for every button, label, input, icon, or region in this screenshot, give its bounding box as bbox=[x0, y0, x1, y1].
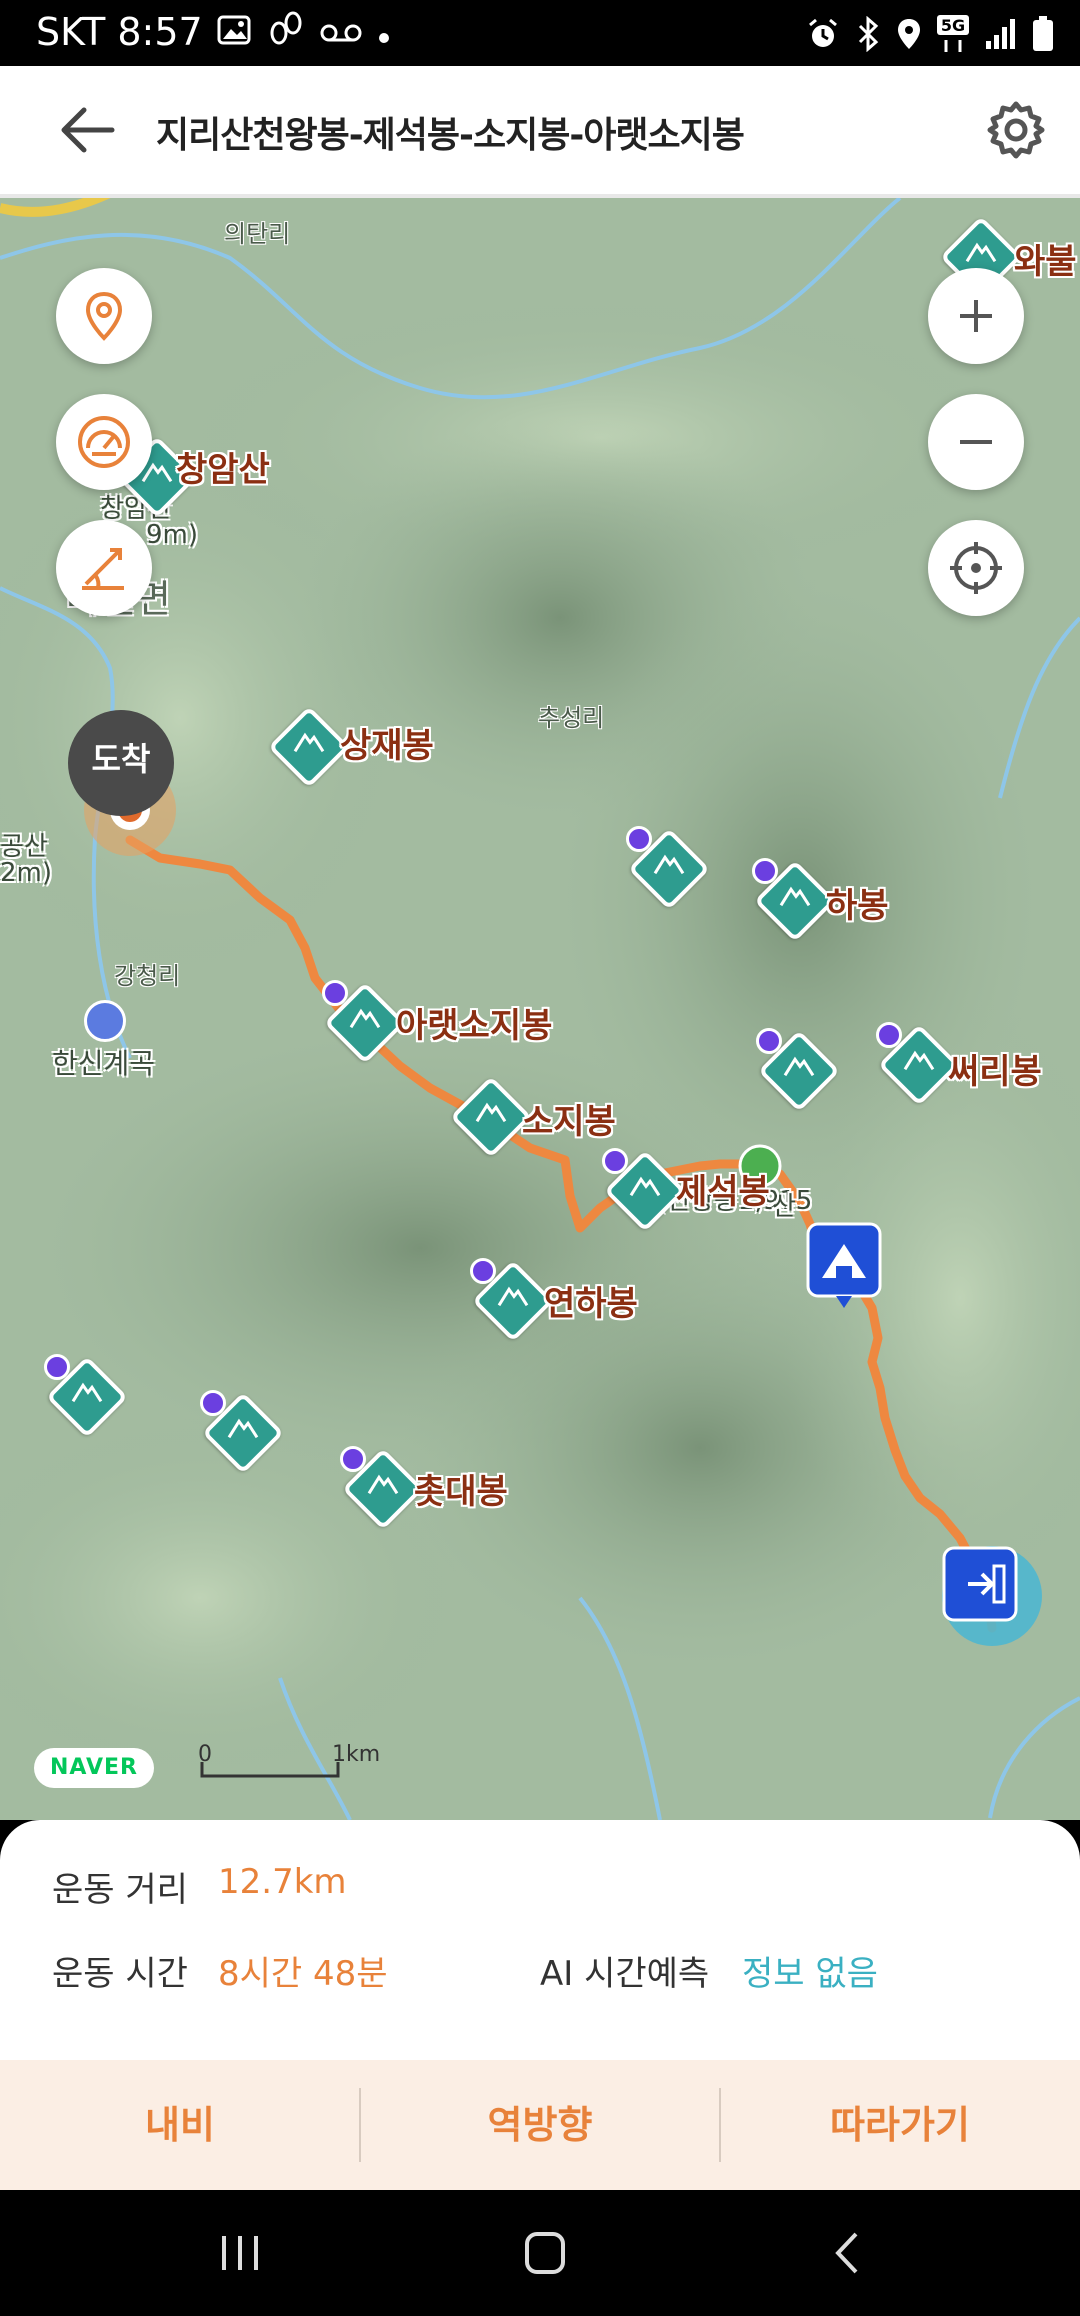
home-button[interactable] bbox=[505, 2220, 585, 2286]
place-label-changamsan-alt: 9m) bbox=[146, 520, 199, 550]
carrier-time: SKT 8:57 bbox=[36, 10, 203, 54]
zoom-out-icon bbox=[960, 440, 992, 444]
speed-button[interactable] bbox=[56, 394, 152, 490]
recent-apps-icon bbox=[222, 2236, 258, 2270]
scale-zero: 0 bbox=[198, 1742, 212, 1767]
time-label: 운동 시간 bbox=[52, 1954, 188, 1994]
peak-label-yeonhabong: 연하봉 bbox=[544, 1284, 638, 1324]
bluetooth-icon bbox=[854, 15, 882, 56]
home-icon bbox=[525, 2232, 565, 2274]
map-view[interactable]: 도착 의탄리 추성리 강청리 한신계곡 창암산 9m) 마천면 공산 2m) (… bbox=[0, 198, 1080, 1820]
ai-prediction-label: AI 시간예측 bbox=[540, 1954, 710, 1994]
peak-label-sangjaebong: 상재봉 bbox=[340, 726, 434, 766]
system-nav-bar bbox=[0, 2190, 1080, 2316]
place-label-hansingyegok: 한신계곡 bbox=[52, 1047, 156, 1080]
follow-button[interactable]: 따라가기 bbox=[720, 2060, 1080, 2190]
action-bar: 내비 역방향 따라가기 bbox=[0, 2060, 1080, 2190]
location-icon bbox=[896, 17, 922, 55]
place-label-uitanri: 의탄리 bbox=[224, 220, 291, 248]
reverse-button[interactable]: 역방향 bbox=[360, 2060, 720, 2190]
peak-label-chotdaebong: 촛대봉 bbox=[414, 1472, 508, 1512]
page-title: 지리산천왕봉-제석봉-소지봉-아랫소지봉 bbox=[156, 115, 745, 156]
route-info-panel: 운동 거리 12.7km 운동 시간 8시간 48분 AI 시간예측 정보 없음 bbox=[0, 1820, 1080, 2060]
route-slope-icon bbox=[82, 548, 124, 590]
svg-text:5G: 5G bbox=[941, 16, 965, 35]
signal-bars-icon bbox=[984, 17, 1018, 55]
place-label-chuseongri: 추성리 bbox=[538, 704, 605, 732]
ai-prediction-value: 정보 없음 bbox=[742, 1954, 878, 1994]
5g-signal-icon: 5G bbox=[936, 14, 970, 58]
peak-label-jeseokbong: 제석봉 bbox=[676, 1172, 770, 1212]
footprints-icon bbox=[265, 10, 305, 54]
naver-logo: NAVER bbox=[34, 1748, 154, 1788]
peak-label-habong: 하봉 bbox=[826, 886, 889, 926]
peak-label-wabul: 와불 bbox=[1014, 242, 1077, 282]
scale-distance: 1km bbox=[332, 1742, 381, 1767]
distance-label: 운동 거리 bbox=[52, 1870, 188, 1910]
navi-button[interactable]: 내비 bbox=[0, 2060, 360, 2190]
back-icon bbox=[835, 2232, 858, 2274]
zoom-in-icon bbox=[960, 300, 992, 332]
back-nav-button[interactable] bbox=[808, 2220, 888, 2286]
my-location-button[interactable] bbox=[56, 268, 152, 364]
gear-icon bbox=[987, 101, 1045, 159]
status-bar: SKT 8:57 5G bbox=[0, 0, 1080, 66]
place-label-left-peak-alt: 2m) bbox=[0, 858, 53, 888]
settings-button[interactable] bbox=[984, 98, 1048, 162]
battery-icon bbox=[1032, 16, 1054, 56]
peak-label-changamsan: 창암산 bbox=[176, 450, 270, 490]
recent-apps-button[interactable] bbox=[200, 2220, 280, 2286]
place-label-gangcheongri: 강청리 bbox=[114, 962, 181, 990]
peak-label-sojibong: 소지봉 bbox=[522, 1102, 616, 1142]
location-pin-icon bbox=[85, 291, 123, 341]
distance-value: 12.7km bbox=[218, 1862, 347, 1902]
place-label-jeseok-sub: 산 bbox=[772, 1192, 796, 1222]
zoom-out-button[interactable] bbox=[928, 394, 1024, 490]
crosshair-icon bbox=[950, 542, 1002, 594]
header-bar: 지리산천왕봉-제석봉-소지봉-아랫소지봉 bbox=[0, 66, 1080, 198]
image-icon bbox=[217, 10, 251, 54]
park-icon bbox=[84, 1000, 126, 1042]
back-button[interactable] bbox=[56, 102, 120, 158]
scale-bar: 0 1km bbox=[198, 1742, 380, 1780]
slope-button[interactable] bbox=[56, 520, 152, 616]
recenter-button[interactable] bbox=[928, 520, 1024, 616]
arrival-badge: 도착 bbox=[68, 710, 174, 816]
dot-icon bbox=[377, 10, 391, 54]
peak-label-sseoribong: 써리봉 bbox=[948, 1052, 1042, 1092]
arrow-left-icon bbox=[61, 107, 115, 153]
time-value: 8시간 48분 bbox=[218, 1954, 388, 1994]
peak-label-araetsojibong: 아랫소지봉 bbox=[396, 1006, 553, 1046]
voicemail-icon bbox=[319, 10, 363, 54]
zoom-in-button[interactable] bbox=[928, 268, 1024, 364]
alarm-icon bbox=[806, 17, 840, 55]
speedometer-icon bbox=[78, 416, 130, 468]
